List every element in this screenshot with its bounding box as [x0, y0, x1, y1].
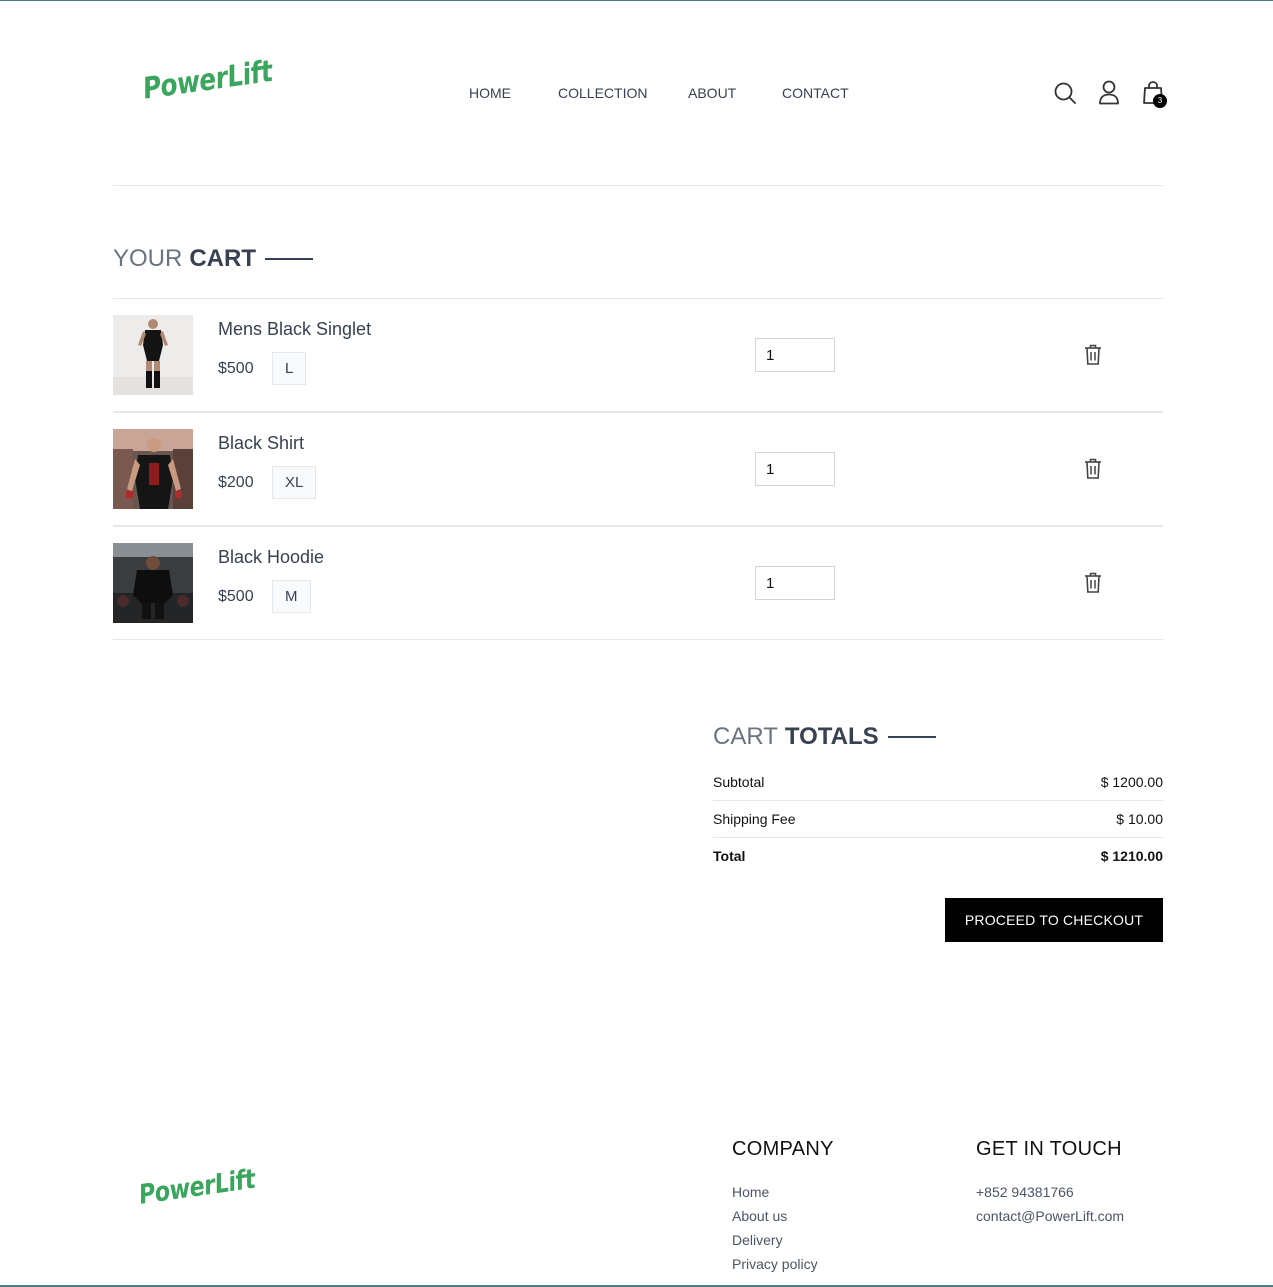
company-heading: COMPANY	[732, 1138, 834, 1160]
product-price: $500	[218, 360, 254, 377]
brand-logo[interactable]: PowerLift	[143, 54, 272, 107]
trash-icon[interactable]	[1084, 572, 1102, 598]
footer-link-privacy[interactable]: Privacy policy	[732, 1256, 818, 1272]
nav-collection[interactable]: COLLECTION	[558, 85, 647, 101]
product-price: $200	[218, 474, 254, 491]
shipping-value: $ 10.00	[1116, 811, 1163, 827]
top-border	[0, 0, 1273, 1]
product-name[interactable]: Mens Black Singlet	[218, 319, 371, 340]
search-icon[interactable]	[1054, 82, 1076, 109]
footer-logo[interactable]: PowerLift	[139, 1164, 255, 1211]
contact-email[interactable]: contact@PowerLift.com	[976, 1208, 1124, 1224]
nav-home[interactable]: HOME	[469, 85, 511, 101]
product-image[interactable]	[113, 429, 193, 509]
cart-item: Mens Black Singlet $500 L	[113, 299, 1163, 413]
shipping-label: Shipping Fee	[713, 811, 796, 827]
shipping-row: Shipping Fee $ 10.00	[713, 811, 1163, 827]
size-badge: L	[272, 352, 307, 385]
product-image[interactable]	[113, 543, 193, 623]
product-name[interactable]: Black Hoodie	[218, 547, 324, 568]
cart-count-badge: 3	[1153, 94, 1167, 108]
footer-link-home[interactable]: Home	[732, 1184, 769, 1200]
contact-phone: +852 94381766	[976, 1184, 1074, 1200]
cart-title: YOUR CART	[113, 245, 313, 273]
quantity-input[interactable]	[755, 338, 835, 372]
user-icon[interactable]	[1098, 80, 1120, 110]
header-divider	[113, 185, 1163, 186]
cart-bottom-divider	[113, 639, 1163, 640]
footer-link-delivery[interactable]: Delivery	[732, 1232, 783, 1248]
trash-icon[interactable]	[1084, 458, 1102, 484]
cart-item: Black Hoodie $500 M	[113, 527, 1163, 641]
subtotal-label: Subtotal	[713, 774, 765, 790]
cart-item: Black Shirt $200 XL	[113, 413, 1163, 527]
subtotal-value: $ 1200.00	[1100, 774, 1163, 790]
nav-contact[interactable]: CONTACT	[782, 85, 849, 101]
quantity-input[interactable]	[755, 566, 835, 600]
totals-divider	[713, 800, 1163, 801]
size-badge: M	[272, 580, 311, 613]
size-badge: XL	[272, 466, 317, 499]
nav-about[interactable]: ABOUT	[688, 85, 736, 101]
total-row: Total $ 1210.00	[713, 848, 1163, 864]
totals-divider	[713, 837, 1163, 838]
checkout-button[interactable]: PROCEED TO CHECKOUT	[945, 898, 1163, 942]
quantity-input[interactable]	[755, 452, 835, 486]
total-label: Total	[713, 848, 746, 864]
product-price: $500	[218, 588, 254, 605]
totals-title: CART TOTALS	[713, 723, 936, 751]
footer-link-about[interactable]: About us	[732, 1208, 787, 1224]
product-name[interactable]: Black Shirt	[218, 433, 304, 454]
trash-icon[interactable]	[1084, 344, 1102, 370]
total-value: $ 1210.00	[1100, 848, 1163, 864]
product-image[interactable]	[113, 315, 193, 395]
contact-heading: GET IN TOUCH	[976, 1138, 1122, 1160]
subtotal-row: Subtotal $ 1200.00	[713, 774, 1163, 790]
